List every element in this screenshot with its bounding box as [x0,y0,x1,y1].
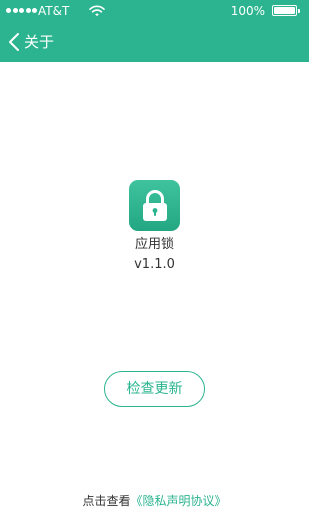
lock-icon [142,189,167,221]
nav-bar: 关于 [0,22,309,62]
nav-title: 关于 [24,33,55,51]
battery-icon [272,5,300,16]
back-button[interactable]: 关于 [8,30,54,54]
privacy-footer: 点击查看《隐私声明协议》 [0,492,309,510]
app-icon [129,180,180,231]
app-version: v1.1.0 [134,257,175,272]
battery-percent: 100% [230,4,265,18]
status-bar: AT&T 100% [0,0,309,22]
footer-prefix: 点击查看 [82,494,131,508]
privacy-policy-link[interactable]: 《隐私声明协议》 [131,494,227,508]
header: AT&T 100% 关于 [0,0,309,62]
wifi-icon [89,5,105,17]
app-name: 应用锁 [134,237,174,252]
check-update-button[interactable]: 检查更新 [104,371,205,407]
chevron-left-icon [9,33,19,51]
carrier-label: AT&T [38,4,70,18]
signal-dots-icon [6,8,37,13]
